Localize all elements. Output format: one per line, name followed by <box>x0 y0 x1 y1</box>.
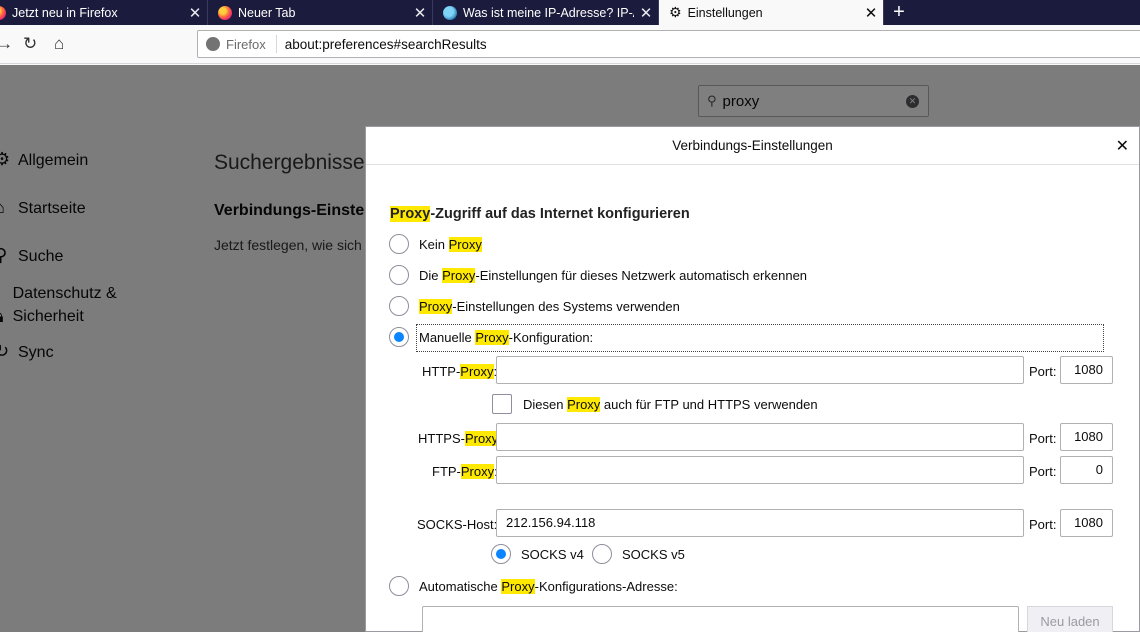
new-tab-plus-icon[interactable]: + <box>884 0 914 25</box>
also-use-proxy-checkbox[interactable] <box>492 394 512 414</box>
gear-icon: ⚙ <box>669 4 682 20</box>
also-use-proxy-label: Diesen Proxy auch für FTP und HTTPS verw… <box>523 397 818 412</box>
radio-auto-detect[interactable]: Die Proxy-Einstellungen für dieses Netzw… <box>389 265 807 285</box>
radio-button-selected[interactable] <box>389 327 409 347</box>
identity-label: Firefox <box>226 36 266 52</box>
ftp-proxy-input[interactable] <box>496 456 1024 484</box>
tab-settings[interactable]: ⚙ Einstellungen ✕ <box>659 0 884 25</box>
home-icon[interactable]: ⌂ <box>54 34 64 54</box>
dialog-title: Verbindungs-Einstellungen <box>672 138 833 153</box>
tab-strip: Jetzt neu in Firefox ✕ Neuer Tab ✕ Was i… <box>0 0 1140 25</box>
tab-label: Was ist meine IP-Adresse? IP-A <box>463 5 634 20</box>
radio-label: Die Proxy-Einstellungen für dieses Netzw… <box>419 267 808 283</box>
radio-manual-proxy[interactable]: Manuelle Proxy-Konfiguration: <box>389 327 593 347</box>
radio-label: Proxy-Einstellungen des Systems verwende… <box>419 298 680 314</box>
url-divider <box>275 35 277 53</box>
port-label: Port: <box>1029 364 1057 379</box>
radio-button[interactable] <box>592 544 612 564</box>
firefox-icon <box>218 5 232 20</box>
radio-socks-v5[interactable]: SOCKS v5 <box>592 544 685 564</box>
close-icon[interactable]: ✕ <box>634 4 658 22</box>
https-proxy-input[interactable] <box>496 423 1024 451</box>
firefox-identity-icon <box>206 37 220 51</box>
globe-icon <box>443 5 457 20</box>
radio-button[interactable] <box>389 234 409 254</box>
close-icon[interactable]: ✕ <box>1116 136 1129 156</box>
tab-new-tab[interactable]: Neuer Tab ✕ <box>208 0 433 25</box>
socks-port-input[interactable]: 1080 <box>1060 509 1113 537</box>
close-icon[interactable]: ✕ <box>408 4 432 22</box>
socks-host-input[interactable]: 212.156.94.118 <box>496 509 1024 537</box>
port-label: Port: <box>1029 431 1057 446</box>
port-label: Port: <box>1029 517 1057 532</box>
tab-label: Neuer Tab <box>238 5 296 20</box>
radio-pac-url[interactable]: Automatische Proxy-Konfigurations-Adress… <box>389 576 678 596</box>
http-port-input[interactable]: 1080 <box>1060 356 1113 384</box>
dialog-header: Verbindungs-Einstellungen ✕ <box>366 127 1139 165</box>
close-icon[interactable]: ✕ <box>859 4 883 22</box>
port-label: Port: <box>1029 464 1057 479</box>
radio-label: Automatische Proxy-Konfigurations-Adress… <box>419 578 678 594</box>
reload-icon[interactable]: ↻ <box>23 34 37 54</box>
radio-system-proxy[interactable]: Proxy-Einstellungen des Systems verwende… <box>389 296 680 316</box>
radio-button[interactable] <box>389 296 409 316</box>
url-text[interactable]: about:preferences#searchResults <box>285 37 487 52</box>
section-title: Proxy-Zugriff auf das Internet konfiguri… <box>390 206 690 222</box>
tab-label: Einstellungen <box>687 5 763 20</box>
url-bar[interactable]: Firefox about:preferences#searchResults <box>197 30 1140 58</box>
reload-button[interactable]: Neu laden <box>1027 606 1113 632</box>
pac-url-input[interactable] <box>422 606 1019 632</box>
radio-socks-v4[interactable]: SOCKS v4 <box>491 544 584 564</box>
radio-button[interactable] <box>389 576 409 596</box>
radio-button[interactable] <box>389 265 409 285</box>
http-proxy-input[interactable] <box>496 356 1024 384</box>
tab-whats-new[interactable]: Jetzt neu in Firefox ✕ <box>0 0 208 25</box>
https-proxy-label: HTTPS-Proxy <box>418 431 499 446</box>
radio-label: SOCKS v5 <box>622 546 685 562</box>
tab-ip-address[interactable]: Was ist meine IP-Adresse? IP-A ✕ <box>433 0 659 25</box>
ftp-port-input[interactable]: 0 <box>1060 456 1113 484</box>
http-proxy-label: HTTP-Proxy: <box>422 364 497 379</box>
nav-toolbar: → ↻ ⌂ Firefox about:preferences#searchRe… <box>0 25 1140 64</box>
radio-button-selected[interactable] <box>491 544 511 564</box>
firefox-icon <box>0 5 6 20</box>
identity-box[interactable]: Firefox <box>198 37 266 52</box>
socks-host-label: SOCKS-Host: <box>417 517 498 532</box>
ftp-proxy-label: FTP-Proxy: <box>432 464 498 479</box>
radio-label: Manuelle Proxy-Konfiguration: <box>419 329 594 345</box>
https-port-input[interactable]: 1080 <box>1060 423 1113 451</box>
forward-arrow-icon[interactable]: → <box>0 34 13 54</box>
radio-no-proxy[interactable]: Kein Proxy <box>389 234 482 254</box>
radio-label: SOCKS v4 <box>521 546 584 562</box>
radio-label: Kein Proxy <box>419 236 482 252</box>
connection-settings-dialog: Verbindungs-Einstellungen ✕ Proxy-Zugrif… <box>365 126 1140 632</box>
close-icon[interactable]: ✕ <box>183 4 207 22</box>
tab-label: Jetzt neu in Firefox <box>12 5 118 20</box>
